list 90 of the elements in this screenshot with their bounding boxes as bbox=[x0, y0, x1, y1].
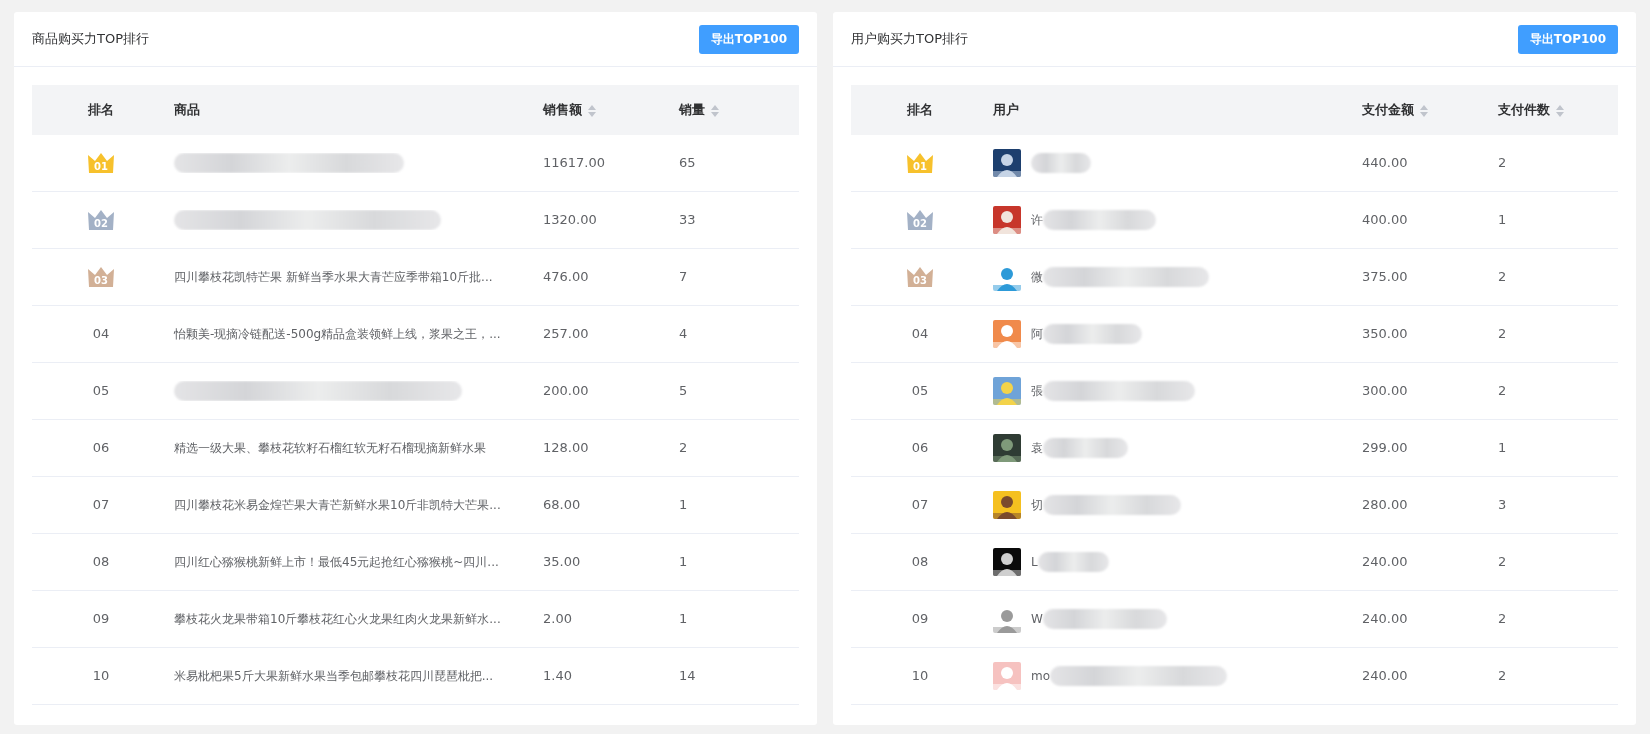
rank-number: 08 bbox=[92, 553, 110, 572]
count-cell: 2 bbox=[1498, 155, 1507, 171]
product-name: 四川攀枝花凯特芒果 新鲜当季水果大青芒应季带箱10斤批... bbox=[174, 269, 493, 286]
amount-cell: 240.00 bbox=[1362, 611, 1408, 627]
product-name: 怡颗美-现摘冷链配送-500g精品盒装领鲜上线，浆果之王，... bbox=[174, 326, 501, 343]
amount-cell: 400.00 bbox=[1362, 212, 1408, 228]
rank-number: 10 bbox=[911, 667, 929, 686]
count-cell: 14 bbox=[679, 668, 696, 684]
count-cell: 4 bbox=[679, 326, 688, 342]
sortable-header[interactable]: 销售额 bbox=[543, 102, 582, 118]
crown-badge: 01 bbox=[905, 151, 935, 175]
crown-badge: 02 bbox=[86, 208, 116, 232]
count-cell: 2 bbox=[1498, 668, 1507, 684]
count-cell: 1 bbox=[1498, 440, 1507, 456]
column-header: 排名 bbox=[907, 101, 933, 120]
user-name: mo bbox=[1031, 668, 1051, 685]
sort-icon[interactable] bbox=[1556, 104, 1564, 117]
amount-cell: 440.00 bbox=[1362, 155, 1408, 171]
rank-number: 06 bbox=[911, 439, 929, 458]
count-cell: 1 bbox=[679, 611, 688, 627]
amount-cell: 68.00 bbox=[543, 497, 581, 513]
crown-badge: 03 bbox=[86, 265, 116, 289]
rank-number: 07 bbox=[92, 496, 110, 515]
user-name: 阿 bbox=[1031, 326, 1043, 343]
user-name: 張 bbox=[1031, 383, 1043, 400]
crown-badge: 03 bbox=[905, 265, 935, 289]
product-name: 攀枝花火龙果带箱10斤攀枝花红心火龙果红肉火龙果新鲜水... bbox=[174, 611, 501, 628]
count-cell: 1 bbox=[679, 497, 688, 513]
rank-number: 05 bbox=[92, 382, 110, 401]
rank-number: 06 bbox=[92, 439, 110, 458]
count-cell: 2 bbox=[1498, 611, 1507, 627]
column-header: 用户 bbox=[993, 101, 1019, 120]
count-cell: 2 bbox=[1498, 326, 1507, 342]
count-cell: 2 bbox=[679, 440, 688, 456]
column-header: 排名 bbox=[88, 101, 114, 120]
rank-number: 08 bbox=[911, 553, 929, 572]
sortable-header[interactable]: 支付金额 bbox=[1362, 102, 1414, 118]
amount-cell: 2.00 bbox=[543, 611, 572, 627]
product-name: 精选一级大果、攀枝花软籽石榴红软无籽石榴现摘新鲜水果 bbox=[174, 440, 486, 457]
rank-number: 10 bbox=[92, 667, 110, 686]
sortable-header[interactable]: 销量 bbox=[679, 102, 705, 118]
panel-title: 用户购买力TOP排行 bbox=[851, 30, 968, 49]
user-name: 袁 bbox=[1031, 440, 1043, 457]
rank-number: 07 bbox=[911, 496, 929, 515]
crown-badge: 01 bbox=[86, 151, 116, 175]
sort-icon[interactable] bbox=[588, 104, 596, 117]
amount-cell: 35.00 bbox=[543, 554, 581, 570]
sort-icon[interactable] bbox=[711, 104, 719, 117]
amount-cell: 1320.00 bbox=[543, 212, 597, 228]
user-name: L bbox=[1031, 554, 1038, 571]
amount-cell: 300.00 bbox=[1362, 383, 1408, 399]
product-name: 四川红心猕猴桃新鲜上市！最低45元起抢红心猕猴桃~四川... bbox=[174, 554, 499, 571]
count-cell: 2 bbox=[1498, 269, 1507, 285]
count-cell: 33 bbox=[679, 212, 696, 228]
count-cell: 1 bbox=[1498, 212, 1507, 228]
amount-cell: 11617.00 bbox=[543, 155, 606, 171]
column-header: 商品 bbox=[174, 101, 200, 120]
crown-badge: 02 bbox=[905, 208, 935, 232]
product-name: 四川攀枝花米易金煌芒果大青芒新鲜水果10斤非凯特大芒果... bbox=[174, 497, 501, 514]
rank-number: 09 bbox=[911, 610, 929, 629]
count-cell: 5 bbox=[679, 383, 688, 399]
rank-number: 04 bbox=[911, 325, 929, 344]
panel-title: 商品购买力TOP排行 bbox=[32, 30, 149, 49]
amount-cell: 299.00 bbox=[1362, 440, 1408, 456]
product-name: 米易枇杷果5斤大果新鲜水果当季包邮攀枝花四川琵琶枇把... bbox=[174, 668, 494, 685]
sortable-header[interactable]: 支付件数 bbox=[1498, 102, 1550, 118]
amount-cell: 350.00 bbox=[1362, 326, 1408, 342]
count-cell: 65 bbox=[679, 155, 696, 171]
count-cell: 7 bbox=[679, 269, 688, 285]
amount-cell: 375.00 bbox=[1362, 269, 1408, 285]
amount-cell: 240.00 bbox=[1362, 554, 1408, 570]
amount-cell: 280.00 bbox=[1362, 497, 1408, 513]
amount-cell: 240.00 bbox=[1362, 668, 1408, 684]
count-cell: 2 bbox=[1498, 383, 1507, 399]
rank-number: 09 bbox=[92, 610, 110, 629]
count-cell: 1 bbox=[679, 554, 688, 570]
amount-cell: 200.00 bbox=[543, 383, 589, 399]
amount-cell: 128.00 bbox=[543, 440, 589, 456]
count-cell: 3 bbox=[1498, 497, 1507, 513]
rank-number: 05 bbox=[911, 382, 929, 401]
user-name: W bbox=[1031, 611, 1043, 628]
amount-cell: 1.40 bbox=[543, 668, 572, 684]
amount-cell: 257.00 bbox=[543, 326, 589, 342]
sort-icon[interactable] bbox=[1420, 104, 1428, 117]
user-name: 微 bbox=[1031, 269, 1043, 286]
rank-number: 04 bbox=[92, 325, 110, 344]
user-name: 许 bbox=[1031, 212, 1043, 229]
user-name: 切 bbox=[1031, 497, 1043, 514]
count-cell: 2 bbox=[1498, 554, 1507, 570]
amount-cell: 476.00 bbox=[543, 269, 589, 285]
